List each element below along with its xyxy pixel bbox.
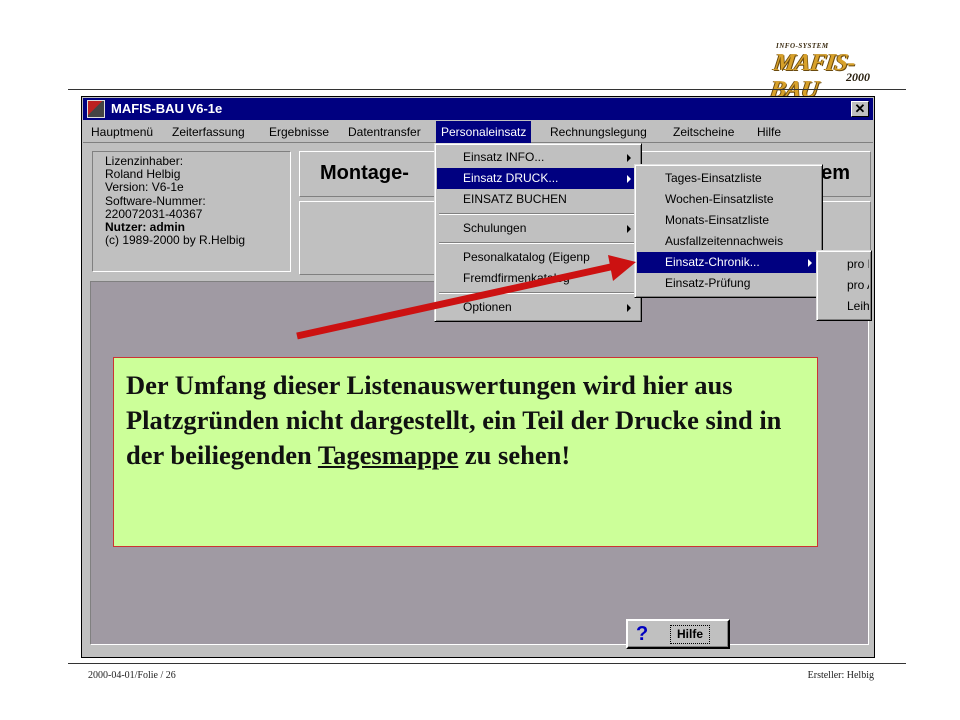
question-icon: ? — [636, 623, 649, 645]
menu-item-pro-mitarbeiter[interactable]: pro M — [819, 254, 869, 275]
info-line: (c) 1989-2000 by R.Helbig — [105, 233, 246, 248]
info-line: Version: V6-1e — [105, 180, 184, 195]
submenu-arrow-icon — [627, 175, 631, 183]
montage-heading: Montage- — [320, 162, 409, 184]
annotation-callout: Der Umfang dieser Listenauswertungen wir… — [113, 357, 818, 547]
info-line: Software-Nummer: — [105, 193, 206, 208]
menu-ergebnisse[interactable]: Ergebnisse — [264, 121, 334, 143]
menu-item-label: Einsatz DRUCK... — [463, 171, 559, 185]
menu-item-ausfallzeitennachweis[interactable]: Ausfallzeitennachweis — [637, 231, 820, 252]
menu-separator — [437, 210, 639, 218]
menu-item-tages-einsatzliste[interactable]: Tages-Einsatzliste — [637, 168, 820, 189]
einsatz-chronik-submenu: pro M pro A Leih — [816, 250, 872, 321]
menu-datentransfer[interactable]: Datentransfer — [343, 121, 426, 143]
menu-item-wochen-einsatzliste[interactable]: Wochen-Einsatzliste — [637, 189, 820, 210]
system-heading: em — [821, 162, 850, 184]
menu-bar: Hauptmenü Zeiterfassung Ergebnisse Daten… — [83, 121, 873, 143]
menu-zeitscheine[interactable]: Zeitscheine — [668, 121, 739, 143]
callout-text-end: zu sehen! — [458, 440, 571, 470]
logo-year: 2000 — [846, 70, 870, 84]
menu-item-label: Optionen — [463, 300, 512, 314]
menu-item-personalkatalog[interactable]: Pesonalkatalog (Eigenp — [437, 247, 639, 268]
menu-item-label: Einsatz INFO... — [463, 150, 545, 164]
montage-header-panel: Montage- — [299, 151, 439, 197]
menu-item-label: Monats-Einsatzliste — [665, 213, 770, 227]
menu-item-schulungen[interactable]: Schulungen — [437, 218, 639, 239]
menu-item-einsatz-buchen[interactable]: EINSATZ BUCHEN — [437, 189, 639, 210]
personaleinsatz-menu: Einsatz INFO... Einsatz DRUCK... EINSATZ… — [434, 143, 642, 322]
help-button-label: Hilfe — [670, 625, 710, 644]
menu-item-label: Einsatz-Prüfung — [665, 276, 751, 290]
footer-author: Ersteller: Helbig — [807, 670, 874, 681]
menu-item-label: EINSATZ BUCHEN — [463, 192, 567, 206]
callout-link-text: Tagesmappe — [317, 440, 459, 470]
submenu-arrow-icon — [627, 304, 631, 312]
license-info-box: Lizenzinhaber: Roland Helbig Version: V6… — [92, 151, 291, 272]
menu-item-label: pro A — [847, 278, 869, 292]
menu-item-pro-auftrag[interactable]: pro A — [819, 275, 869, 296]
menu-hilfe[interactable]: Hilfe — [752, 121, 786, 143]
bottom-divider — [68, 663, 906, 664]
menu-separator — [437, 289, 639, 297]
menu-item-label: pro M — [847, 257, 869, 271]
menu-separator — [437, 239, 639, 247]
menu-rechnungslegung[interactable]: Rechnungslegung — [545, 121, 652, 143]
menu-item-monats-einsatzliste[interactable]: Monats-Einsatzliste — [637, 210, 820, 231]
menu-item-einsatz-chronik[interactable]: Einsatz-Chronik... — [637, 252, 820, 273]
menu-item-einsatz-pruefung[interactable]: Einsatz-Prüfung — [637, 273, 820, 294]
submenu-arrow-icon — [808, 259, 812, 267]
menu-item-label: Einsatz-Chronik... — [665, 255, 760, 269]
footer-slide-info: 2000-04-01/Folie / 26 — [88, 670, 176, 681]
menu-item-label: Schulungen — [463, 221, 527, 235]
menu-item-einsatz-druck[interactable]: Einsatz DRUCK... — [437, 168, 639, 189]
window-title: MAFIS-BAU V6-1e — [111, 101, 223, 116]
help-button[interactable]: ? Hilfe — [626, 619, 730, 649]
menu-item-optionen[interactable]: Optionen — [437, 297, 639, 318]
menu-item-label: Pesonalkatalog (Eigenp — [463, 250, 590, 264]
submenu-arrow-icon — [627, 225, 631, 233]
close-button[interactable]: ✕ — [851, 101, 869, 117]
logo-subtitle: INFO-SYSTEM — [776, 42, 829, 50]
top-divider — [68, 89, 906, 90]
menu-item-label: Ausfallzeitennachweis — [665, 234, 784, 248]
menu-item-label: Leih — [847, 299, 869, 313]
menu-zeiterfassung[interactable]: Zeiterfassung — [167, 121, 250, 143]
app-icon[interactable] — [87, 100, 105, 118]
menu-item-label: Tages-Einsatzliste — [665, 171, 762, 185]
menu-item-einsatz-info[interactable]: Einsatz INFO... — [437, 147, 639, 168]
menu-item-label: Fremdfirmenkatalog — [463, 271, 570, 285]
einsatz-druck-submenu: Tages-Einsatzliste Wochen-Einsatzliste M… — [634, 164, 823, 298]
menu-personaleinsatz[interactable]: Personaleinsatz — [436, 121, 532, 143]
menu-item-leih[interactable]: Leih — [819, 296, 869, 317]
menu-item-fremdfirmenkatalog[interactable]: Fremdfirmenkatalog — [437, 268, 639, 289]
mafis-bau-logo: INFO-SYSTEM MAFIS-BAU 2000 — [768, 42, 880, 103]
menu-item-label: Wochen-Einsatzliste — [665, 192, 774, 206]
menu-hauptmenue[interactable]: Hauptmenü — [86, 121, 158, 143]
title-bar[interactable]: MAFIS-BAU V6-1e ✕ — [83, 98, 873, 120]
submenu-arrow-icon — [627, 154, 631, 162]
